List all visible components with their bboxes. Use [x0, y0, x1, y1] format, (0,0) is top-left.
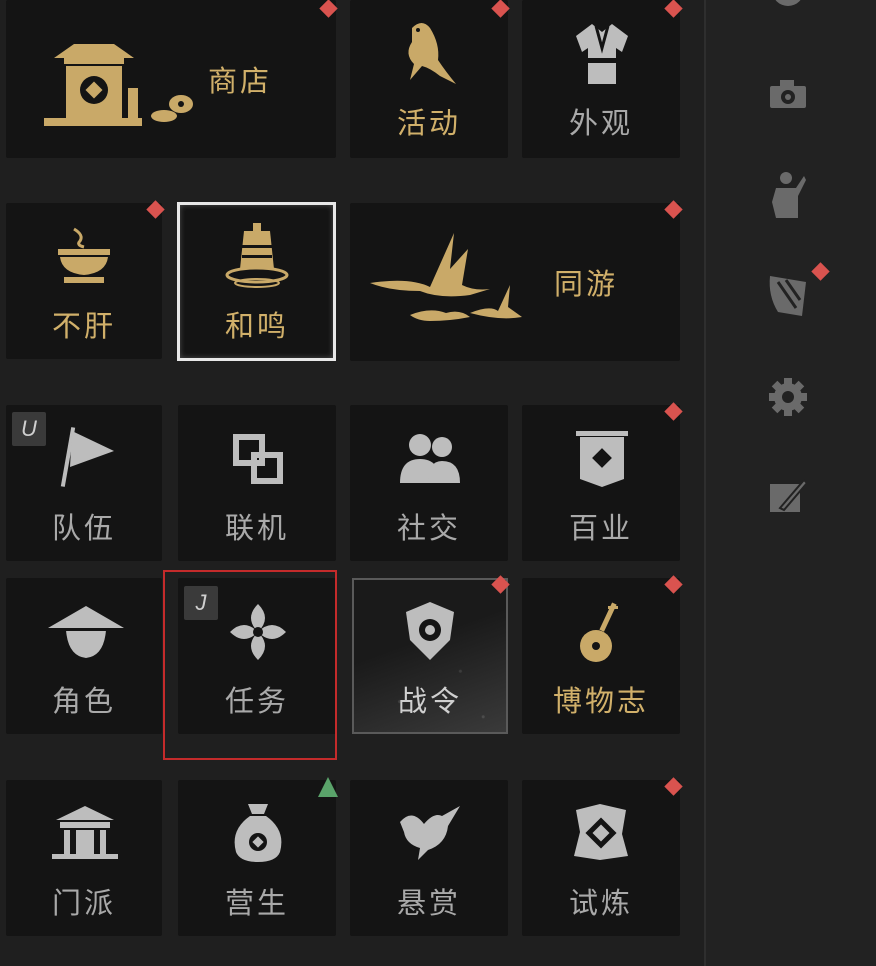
gear-icon[interactable]: [768, 376, 808, 418]
shop-pavilion-coins-icon: [44, 44, 193, 126]
straw-hat-icon: [48, 606, 124, 658]
temple-gate-icon: [52, 806, 118, 859]
tile-museum[interactable]: 博物志: [522, 578, 680, 734]
tile-label: 试炼: [568, 886, 633, 920]
tile-social[interactable]: 社交: [350, 405, 508, 561]
tile-label: 战令: [397, 684, 462, 718]
tile-occupations[interactable]: 百业: [522, 405, 680, 561]
tile-label: 不肝: [51, 309, 116, 343]
spiral-icon: [574, 804, 628, 860]
tile-label: 队伍: [51, 511, 116, 545]
tile-label: 外观: [568, 106, 633, 140]
tile-label: 商店: [208, 64, 273, 98]
tile-events[interactable]: 活动: [350, 0, 508, 158]
highlight-box: [163, 570, 337, 760]
tile-label: 门派: [51, 886, 116, 920]
people-icon: [400, 434, 460, 483]
tile-sect[interactable]: 门派: [6, 780, 162, 936]
hotkey-badge: U: [12, 412, 46, 446]
tile-livelihood[interactable]: 营生: [178, 780, 336, 936]
tile-label: 联机: [224, 511, 289, 545]
tile-trial[interactable]: 试炼: [522, 780, 680, 936]
tile-label: 社交: [396, 511, 461, 545]
tile-label: 悬赏: [396, 886, 461, 920]
tile-label: 角色: [51, 684, 116, 718]
swirl-scroll-icon[interactable]: [768, 272, 808, 318]
money-bag-icon: [234, 804, 282, 862]
flag-icon: [60, 427, 114, 487]
tile-tongyou[interactable]: 同游: [350, 203, 680, 361]
tile-character[interactable]: 角色: [6, 578, 162, 734]
shield-emblem-icon: [406, 602, 454, 660]
gesture-pose-icon[interactable]: [768, 170, 808, 220]
painting-brush-icon[interactable]: [768, 478, 808, 516]
cranes-icon: [370, 233, 522, 321]
selected-tile-frame: [177, 202, 336, 361]
tile-label: 博物志: [552, 684, 649, 718]
tile-label: 百业: [568, 511, 633, 545]
dove-icon: [400, 806, 460, 860]
tea-bowl-icon: [58, 227, 110, 283]
tile-online[interactable]: 联机: [178, 405, 336, 561]
bird-icon: [408, 23, 456, 84]
robe-icon: [576, 24, 628, 84]
tile-label: 活动: [396, 106, 461, 140]
linked-squares-icon: [233, 434, 283, 484]
banner-icon: [576, 431, 628, 487]
tile-buugan[interactable]: 不肝: [6, 203, 162, 359]
tile-shop[interactable]: 商店: [6, 0, 336, 158]
upgrade-badge: [318, 777, 338, 797]
tile-bounty[interactable]: 悬赏: [350, 780, 508, 936]
pipa-icon: [580, 602, 618, 662]
tile-battlepass[interactable]: 战令: [352, 578, 508, 734]
tile-label: 同游: [554, 267, 619, 301]
tile-label: 营生: [224, 886, 289, 920]
camera-icon[interactable]: [768, 78, 808, 110]
tile-appearance[interactable]: 外观: [522, 0, 680, 158]
clock-icon[interactable]: [768, 0, 808, 14]
